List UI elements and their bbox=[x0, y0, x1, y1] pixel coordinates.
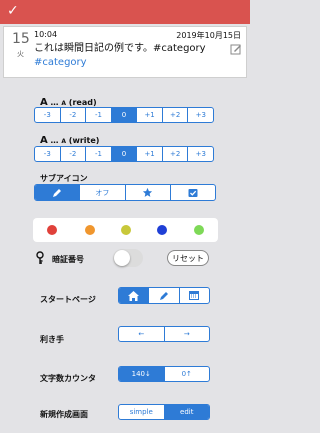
read-font-size-control[interactable]: -3 -2 -1 0 +1 +2 +3 bbox=[34, 107, 214, 123]
entry-time: 10:04 bbox=[34, 30, 58, 39]
entry-weekday: 火 bbox=[17, 50, 24, 58]
start-page-label: スタートページ bbox=[40, 295, 96, 304]
calendar-icon bbox=[189, 291, 200, 300]
char-counter-label: 文字数カウンタ bbox=[40, 374, 96, 383]
handedness-option[interactable]: ← bbox=[119, 327, 165, 341]
char-counter-option[interactable]: 0↑ bbox=[165, 367, 210, 381]
pencil-icon bbox=[53, 188, 62, 197]
check-icon[interactable]: ✓ bbox=[7, 3, 19, 19]
write-size-option[interactable]: 0 bbox=[111, 147, 138, 161]
start-page-home[interactable] bbox=[119, 288, 150, 303]
home-icon bbox=[128, 290, 140, 301]
write-size-option[interactable]: +2 bbox=[163, 147, 189, 161]
write-size-option[interactable]: -2 bbox=[61, 147, 87, 161]
entry-date: 2019年10月15日 bbox=[176, 31, 241, 40]
new-screen-option[interactable]: edit bbox=[164, 405, 209, 419]
read-size-option[interactable]: +3 bbox=[188, 108, 213, 122]
color-dot-yellow[interactable] bbox=[121, 225, 131, 235]
char-counter-option[interactable]: 140↓ bbox=[119, 367, 165, 381]
color-dot-green[interactable] bbox=[194, 225, 204, 235]
entry-tag[interactable]: #category bbox=[34, 57, 87, 68]
write-font-size-label: A … A (write) bbox=[40, 135, 100, 146]
write-font-size-control[interactable]: -3 -2 -1 0 +1 +2 +3 bbox=[34, 146, 214, 162]
color-dot-orange[interactable] bbox=[85, 225, 95, 235]
sub-icon-off[interactable]: オフ bbox=[80, 185, 126, 200]
sub-icon-checkbox[interactable] bbox=[171, 185, 215, 200]
write-size-option[interactable]: -1 bbox=[86, 147, 112, 161]
entry-body: これは瞬間日記の例です。#category bbox=[34, 43, 206, 54]
new-screen-control[interactable]: simple edit bbox=[118, 404, 210, 420]
reset-button[interactable]: リセット bbox=[167, 250, 209, 266]
passcode-toggle[interactable] bbox=[113, 249, 143, 267]
handedness-label: 利き手 bbox=[40, 335, 64, 344]
entry-day: 15 bbox=[12, 31, 30, 47]
passcode-label: 暗証番号 bbox=[52, 255, 84, 264]
edit-icon[interactable] bbox=[230, 43, 242, 55]
handedness-option[interactable]: → bbox=[165, 327, 210, 341]
start-page-calendar[interactable] bbox=[180, 288, 209, 303]
read-size-option[interactable]: -1 bbox=[86, 108, 112, 122]
pencil-icon bbox=[159, 291, 168, 300]
char-counter-control[interactable]: 140↓ 0↑ bbox=[118, 366, 210, 382]
star-icon bbox=[143, 187, 153, 197]
write-size-option[interactable]: +3 bbox=[188, 147, 213, 161]
checkbox-icon bbox=[188, 188, 198, 197]
color-picker bbox=[33, 218, 218, 242]
entry-text: これは瞬間日記の例です。#category #category bbox=[34, 42, 224, 70]
write-size-option[interactable]: -3 bbox=[35, 147, 61, 161]
sub-icon-label: サブアイコン bbox=[40, 174, 88, 183]
toggle-knob bbox=[114, 250, 130, 266]
color-dot-red[interactable] bbox=[47, 225, 57, 235]
read-size-option[interactable]: 0 bbox=[111, 108, 138, 122]
read-size-option[interactable]: -2 bbox=[61, 108, 87, 122]
sub-icon-control[interactable]: オフ bbox=[34, 184, 216, 201]
read-size-option[interactable]: +2 bbox=[163, 108, 189, 122]
sub-icon-star[interactable] bbox=[126, 185, 171, 200]
write-size-option[interactable]: +1 bbox=[137, 147, 163, 161]
top-bar: ✓ bbox=[0, 0, 250, 24]
start-page-edit[interactable] bbox=[149, 288, 180, 303]
handedness-control[interactable]: ← → bbox=[118, 326, 210, 342]
key-icon bbox=[36, 251, 44, 264]
read-size-option[interactable]: +1 bbox=[137, 108, 163, 122]
new-screen-option[interactable]: simple bbox=[119, 405, 165, 419]
new-screen-label: 新規作成画面 bbox=[40, 410, 88, 419]
read-size-option[interactable]: -3 bbox=[35, 108, 61, 122]
start-page-control[interactable] bbox=[118, 287, 210, 304]
sub-icon-pencil[interactable] bbox=[35, 185, 81, 200]
color-dot-blue[interactable] bbox=[157, 225, 167, 235]
diary-entry-card[interactable]: 15 火 10:04 2019年10月15日 これは瞬間日記の例です。#cate… bbox=[3, 26, 247, 78]
